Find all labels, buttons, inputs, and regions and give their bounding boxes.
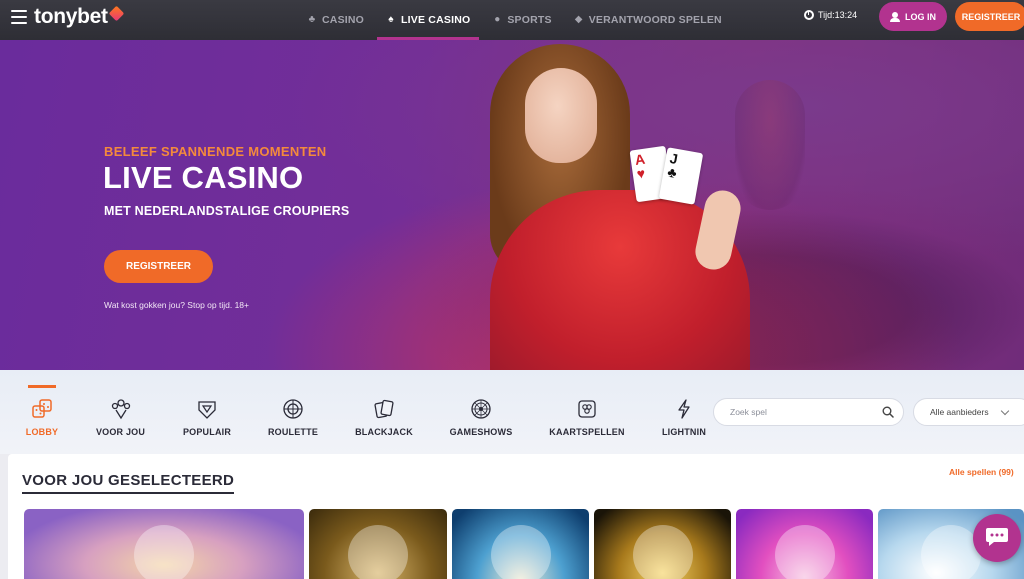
- hero-title: LIVE CASINO: [103, 160, 304, 195]
- sports-icon: ●: [494, 14, 501, 25]
- all-games-link[interactable]: Alle spellen (99): [949, 467, 1014, 477]
- wheel-icon: [470, 398, 492, 420]
- category-label: POPULAIR: [182, 427, 232, 437]
- shield-icon: ◆: [574, 14, 583, 25]
- chat-icon: [985, 526, 1009, 551]
- brand-mark-icon: [108, 5, 125, 21]
- dice-icon: [31, 398, 53, 420]
- nav-label: SPORTS: [507, 14, 552, 26]
- user-icon: [890, 11, 900, 22]
- lightning-icon: [673, 398, 695, 420]
- diamond-icon: [196, 398, 218, 420]
- search-icon[interactable]: [882, 405, 894, 418]
- category-label: ROULETTE: [267, 427, 319, 437]
- game-thumbnail: [921, 525, 981, 579]
- game-tile[interactable]: [594, 509, 731, 579]
- category-lobby[interactable]: LOBBY: [18, 370, 66, 454]
- hero-banner: A ♥ J ♣ BELEEF SPANNENDE MOMENTEN LIVE CAS…: [0, 40, 1024, 370]
- game-thumbnail: [774, 525, 835, 579]
- top-navigation-bar: tonybet ♣ CASINO ♠ LIVE CASINO ● SPORTS …: [0, 0, 1024, 40]
- clock-text: Tijd:13:24: [818, 10, 858, 20]
- game-tile[interactable]: [24, 509, 304, 579]
- nav-live-casino[interactable]: ♠ LIVE CASINO: [375, 0, 481, 40]
- chevron-down-icon: [1000, 406, 1009, 415]
- provider-select[interactable]: Alle aanbieders: [913, 398, 1024, 426]
- section-title: VOOR JOU GESELECTEERD: [22, 472, 235, 494]
- main-nav: ♣ CASINO ♠ LIVE CASINO ● SPORTS ◆ VERANT…: [296, 0, 733, 40]
- menu-icon[interactable]: [11, 10, 27, 24]
- all-games-label: Alle spellen: [949, 467, 997, 477]
- category-label: LOBBY: [25, 427, 59, 437]
- nav-label: LIVE CASINO: [401, 14, 471, 26]
- category-populair[interactable]: POPULAIR: [180, 370, 234, 454]
- nav-label: VERANTWOORD SPELEN: [588, 14, 722, 26]
- category-voor-jou[interactable]: VOOR JOU: [93, 370, 148, 454]
- search-input[interactable]: [713, 398, 904, 426]
- bouquet-icon: [110, 398, 132, 420]
- brand-name: tonybet: [34, 5, 108, 28]
- roulette-icon: [282, 398, 304, 420]
- nav-sports[interactable]: ● SPORTS: [481, 0, 562, 40]
- nav-casino[interactable]: ♣ CASINO: [296, 0, 375, 40]
- playing-card-jack: J ♣: [658, 147, 704, 205]
- category-roulette[interactable]: ROULETTE: [266, 370, 320, 454]
- gambling-disclaimer: Wat kost gokken jou? Stop op tijd. 18+: [104, 300, 249, 310]
- game-thumbnail: [632, 525, 693, 579]
- category-label: GAMESHOWS: [449, 427, 513, 437]
- category-label: BLACKJACK: [355, 427, 413, 437]
- category-gameshows[interactable]: GAMESHOWS: [448, 370, 514, 454]
- card-rank: A: [633, 150, 647, 169]
- dealer-face: [525, 68, 597, 163]
- provider-selected: Alle aanbieders: [930, 407, 989, 417]
- category-lightnin[interactable]: LIGHTNIN: [659, 370, 709, 454]
- register-button[interactable]: REGISTREER: [955, 2, 1024, 31]
- category-label: VOOR JOU: [95, 427, 146, 437]
- casino-icon: ♣: [308, 14, 316, 25]
- clock-display: Tijd:13:24: [804, 10, 857, 20]
- hero-kicker: BELEEF SPANNENDE MOMENTEN: [104, 144, 327, 159]
- all-games-count: (99): [998, 467, 1014, 477]
- game-tile[interactable]: [309, 509, 447, 579]
- card-rank: J: [668, 149, 680, 168]
- game-tile[interactable]: [452, 509, 589, 579]
- category-label: LIGHTNIN: [661, 427, 707, 437]
- nav-label: CASINO: [322, 14, 365, 26]
- game-thumbnail: [134, 525, 194, 579]
- nav-responsible-gaming[interactable]: ◆ VERANTWOORD SPELEN: [563, 0, 733, 40]
- category-kaartspellen[interactable]: KAARTSPELLEN: [549, 370, 625, 454]
- game-tile[interactable]: [736, 509, 873, 579]
- chat-button[interactable]: [973, 514, 1021, 562]
- hero-register-button[interactable]: REGISTREER: [104, 250, 213, 283]
- login-button[interactable]: LOG IN: [879, 2, 947, 31]
- clock-icon: [804, 10, 814, 20]
- brand-logo[interactable]: tonybet: [34, 5, 125, 29]
- card-suits-icon: [576, 398, 598, 420]
- games-section: VOOR JOU GESELECTEERD Alle spellen (99): [8, 454, 1024, 579]
- game-thumbnail: [348, 525, 408, 579]
- category-blackjack[interactable]: BLACKJACK: [354, 370, 414, 454]
- hero-subtitle: MET NEDERLANDSTALIGE CROUPIERS: [104, 204, 350, 218]
- live-casino-icon: ♠: [388, 14, 394, 25]
- login-label: LOG IN: [905, 11, 936, 22]
- dealer-image: A ♥ J ♣: [470, 40, 780, 370]
- cards-icon: [373, 398, 395, 420]
- game-thumbnail: [490, 525, 551, 579]
- category-label: KAARTSPELLEN: [549, 427, 625, 437]
